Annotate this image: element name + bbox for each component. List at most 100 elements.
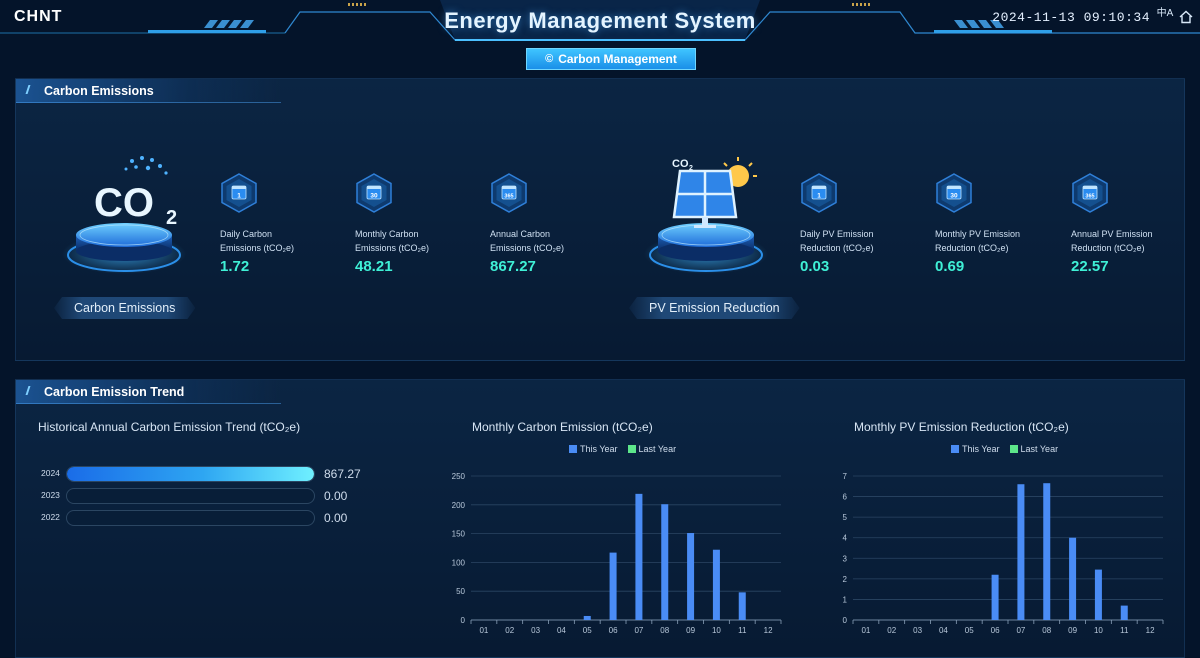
pv-co2-subscript: 2 xyxy=(689,165,693,172)
co2-text: CO xyxy=(94,181,154,225)
y-tick-label: 0 xyxy=(843,616,848,625)
svg-text:30: 30 xyxy=(370,193,378,200)
bar-track xyxy=(66,466,315,482)
y-tick-label: 6 xyxy=(843,493,848,502)
bar-track xyxy=(66,488,315,504)
stat-label: Daily PV Emission Reduction (tCO₂e) xyxy=(800,229,874,253)
bar-this-year xyxy=(635,493,643,620)
y-tick-label: 7 xyxy=(843,472,848,481)
carbon-management-button[interactable]: © Carbon Management xyxy=(526,48,696,70)
stat-label: Daily Carbon Emissions (tCO₂e) xyxy=(220,229,295,253)
stat-value: 22.57 xyxy=(1071,258,1109,275)
x-tick-label: 07 xyxy=(634,626,643,635)
legend-item-last-year[interactable]: Last Year xyxy=(627,444,676,454)
panel-header: Carbon Emissions xyxy=(16,79,281,103)
x-tick-label: 08 xyxy=(1042,626,1051,635)
stat-annual-carbon: 365 Annual Carbon Emissions (tCO₂e) 867.… xyxy=(490,173,605,275)
y-tick-label: 3 xyxy=(843,554,848,563)
x-tick-label: 10 xyxy=(712,626,721,635)
y-tick-label: 250 xyxy=(452,472,466,481)
svg-text:365: 365 xyxy=(1085,194,1094,200)
x-tick-label: 06 xyxy=(609,626,618,635)
calendar-year-icon: 365 xyxy=(491,173,527,213)
stat-monthly-pv: 30 Monthly PV Emission Reduction (tCO₂e)… xyxy=(935,173,1050,275)
calendar-month-icon: 30 xyxy=(936,173,972,213)
stat-value: 1.72 xyxy=(220,258,250,275)
year-label: 2022 xyxy=(41,512,60,522)
stat-daily-pv: 1 Daily PV Emission Reduction (tCO₂e) 0.… xyxy=(800,173,915,275)
x-tick-label: 08 xyxy=(660,626,669,635)
svg-text:1: 1 xyxy=(817,193,821,200)
y-tick-label: 50 xyxy=(456,587,465,596)
bar-this-year xyxy=(1017,484,1025,620)
svg-text:365: 365 xyxy=(504,194,513,200)
pv-co2-badge: CO xyxy=(672,158,689,170)
legend-item-this-year[interactable]: This Year xyxy=(569,444,618,454)
stat-value: 48.21 xyxy=(355,258,393,275)
x-tick-label: 04 xyxy=(557,626,566,635)
y-tick-label: 2 xyxy=(843,575,848,584)
stat-daily-carbon: 1 Daily Carbon Emissions (tCO₂e) 1.72 xyxy=(220,173,335,275)
bar-fill xyxy=(67,467,314,481)
legend-item-this-year[interactable]: This Year xyxy=(951,444,1000,454)
year-label: 2023 xyxy=(41,490,60,500)
datetime-display: 2024-11-13 09:10:34 xyxy=(992,10,1150,25)
legend-item-last-year[interactable]: Last Year xyxy=(1009,444,1058,454)
co2-hero-graphic: CO 2 xyxy=(56,149,196,279)
app-header: CHNT Energy Management System 2024-11-13… xyxy=(0,0,1200,75)
copyright-icon: © xyxy=(545,53,554,65)
x-tick-label: 09 xyxy=(686,626,695,635)
svg-text:1: 1 xyxy=(237,193,241,200)
stat-label: Annual Carbon Emissions (tCO₂e) xyxy=(490,229,565,253)
annual-bar-row: 2024 867.27 xyxy=(41,466,381,482)
svg-text:30: 30 xyxy=(950,193,958,200)
bar-this-year xyxy=(687,533,695,620)
section-marker-icon xyxy=(25,85,35,94)
y-tick-label: 0 xyxy=(461,616,466,625)
calendar-day-icon: 1 xyxy=(221,173,257,213)
x-tick-label: 01 xyxy=(479,626,488,635)
pv-emission-reduction-label: PV Emission Reduction xyxy=(629,297,800,319)
x-tick-label: 02 xyxy=(505,626,514,635)
bar-this-year xyxy=(1043,483,1051,620)
x-tick-label: 12 xyxy=(1146,626,1155,635)
y-tick-label: 100 xyxy=(452,558,466,567)
y-tick-label: 5 xyxy=(843,513,848,522)
bar-this-year xyxy=(609,552,617,620)
calendar-year-icon: 365 xyxy=(1072,173,1108,213)
monthly-pv-chart: 0123456701 02 03 04 05 06 07 08 09 10 11 12 xyxy=(843,472,1164,635)
x-tick-label: 03 xyxy=(913,626,922,635)
bar-this-year xyxy=(661,504,669,620)
calendar-day-icon: 1 xyxy=(801,173,837,213)
bar-this-year xyxy=(991,574,999,620)
carbon-emissions-panel: Carbon Emissions CO 2 Carbon Emissions 1… xyxy=(15,78,1185,361)
x-tick-label: 06 xyxy=(991,626,1000,635)
stat-annual-pv: 365 Annual PV Emission Reduction (tCO₂e)… xyxy=(1071,173,1186,275)
x-tick-label: 01 xyxy=(861,626,870,635)
annual-bar-row: 2022 0.00 xyxy=(41,510,381,526)
y-tick-label: 200 xyxy=(452,501,466,510)
x-tick-label: 10 xyxy=(1094,626,1103,635)
language-icon[interactable]: 中A xyxy=(1156,9,1174,27)
bar-track xyxy=(66,510,315,526)
y-tick-label: 1 xyxy=(843,595,848,604)
stat-value: 867.27 xyxy=(490,258,536,275)
bar-this-year xyxy=(712,549,720,620)
annual-trend-title: Historical Annual Carbon Emission Trend … xyxy=(38,420,301,434)
carbon-management-label: Carbon Management xyxy=(558,52,677,66)
solar-panel-icon xyxy=(672,169,738,228)
stat-value: 0.03 xyxy=(800,258,830,275)
stat-label: Annual PV Emission Reduction (tCO₂e) xyxy=(1071,229,1153,253)
pv-hero-graphic: CO 2 xyxy=(638,149,778,279)
x-tick-label: 04 xyxy=(939,626,948,635)
x-tick-label: 05 xyxy=(965,626,974,635)
stat-label: Monthly PV Emission Reduction (tCO₂e) xyxy=(935,229,1021,253)
x-tick-label: 11 xyxy=(738,626,747,635)
x-tick-label: 02 xyxy=(887,626,896,635)
bar-this-year xyxy=(1120,605,1128,620)
home-icon[interactable] xyxy=(1178,9,1194,25)
bar-this-year xyxy=(583,615,591,620)
x-tick-label: 11 xyxy=(1120,626,1129,635)
section-marker-icon xyxy=(25,386,35,395)
stat-monthly-carbon: 30 Monthly Carbon Emissions (tCO₂e) 48.2… xyxy=(355,173,470,275)
